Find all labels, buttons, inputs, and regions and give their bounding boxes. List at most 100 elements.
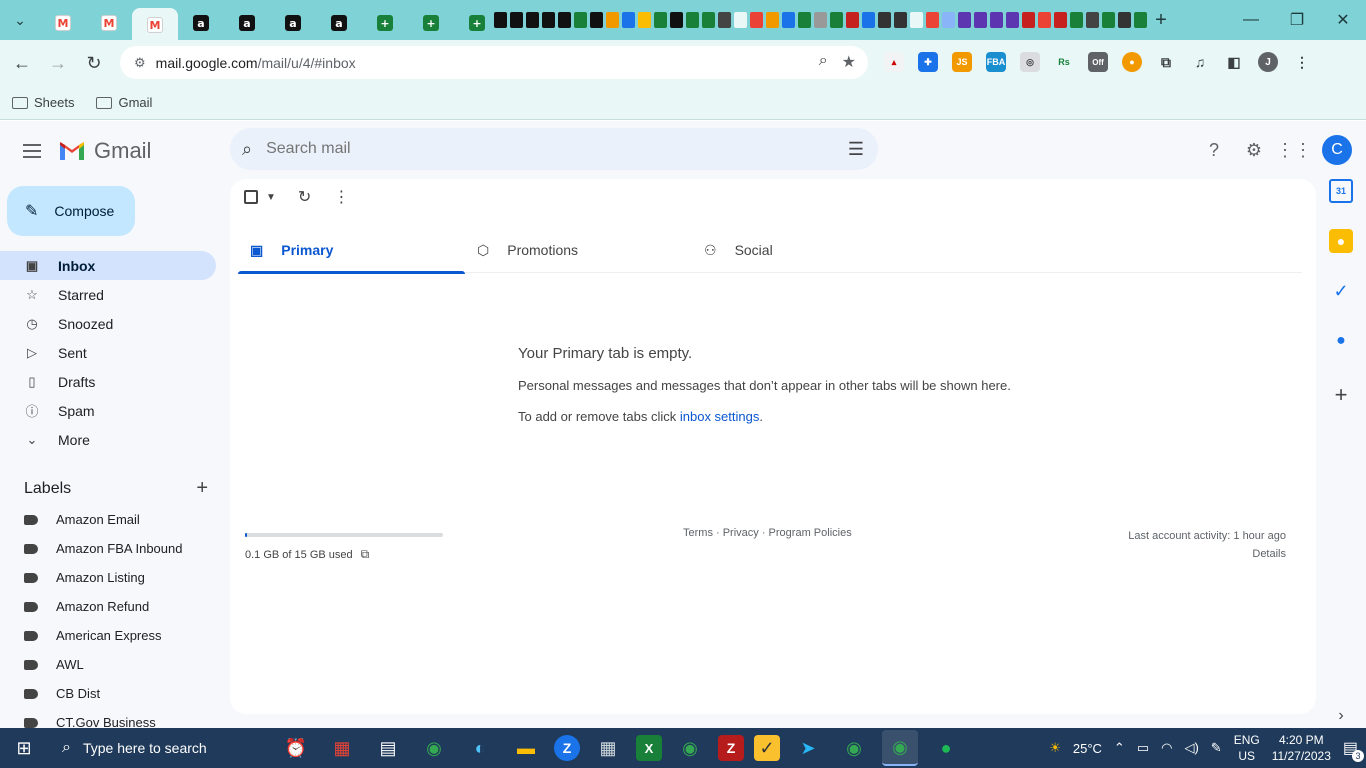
battery-icon[interactable]: ▭ bbox=[1137, 740, 1149, 756]
details-link[interactable]: Details bbox=[1128, 545, 1286, 563]
weather-icon[interactable]: ☀ bbox=[1049, 740, 1061, 756]
taskbar-search[interactable]: ⌕ Type here to search bbox=[48, 728, 266, 768]
tasks-icon[interactable]: ✓ bbox=[1329, 279, 1353, 303]
label-item[interactable]: Amazon FBA Inbound bbox=[0, 534, 216, 563]
sticky-notes-icon[interactable]: ✓ bbox=[754, 735, 780, 761]
extension-icon[interactable]: ● bbox=[1122, 52, 1142, 72]
browser-tab[interactable]: + bbox=[362, 8, 408, 38]
back-icon[interactable]: ← bbox=[8, 49, 36, 77]
extension-icon[interactable]: ◎ bbox=[1020, 52, 1040, 72]
bookmark-star-icon[interactable]: ★ bbox=[842, 52, 856, 72]
pinned-tab-favicon[interactable] bbox=[878, 12, 891, 28]
pinned-tab-favicon[interactable] bbox=[798, 12, 811, 28]
weather-temp[interactable]: 25°C bbox=[1073, 741, 1102, 756]
account-avatar[interactable]: C bbox=[1322, 135, 1352, 165]
task-view-icon[interactable]: ▤ bbox=[370, 730, 406, 766]
pinned-tab-favicon[interactable] bbox=[702, 12, 715, 28]
more-options-icon[interactable]: ⋮ bbox=[333, 187, 349, 207]
browser-tab[interactable]: a bbox=[316, 8, 362, 38]
pinned-tab-favicon[interactable] bbox=[590, 12, 603, 28]
pinned-tab-favicon[interactable] bbox=[910, 12, 923, 28]
label-item[interactable]: Amazon Email bbox=[0, 505, 216, 534]
pinned-tab-favicon[interactable] bbox=[606, 12, 619, 28]
chrome-app-active-icon[interactable]: ◉ bbox=[882, 730, 918, 766]
pinned-tab-favicon[interactable] bbox=[830, 12, 843, 28]
pinned-tab-favicon[interactable] bbox=[654, 12, 667, 28]
bookmark-folder[interactable]: Sheets bbox=[12, 95, 74, 110]
pinned-tab-favicon[interactable] bbox=[718, 12, 731, 28]
footer-links[interactable]: Terms · Privacy · Program Policies bbox=[683, 527, 852, 539]
pinned-tab-favicon[interactable] bbox=[1038, 12, 1051, 28]
extension-icon[interactable]: ✚ bbox=[918, 52, 938, 72]
extension-rs-icon[interactable]: Rs bbox=[1054, 52, 1074, 72]
media-control-icon[interactable]: ♫ bbox=[1190, 52, 1210, 72]
apps-grid-icon[interactable]: ⋮⋮ bbox=[1276, 138, 1312, 162]
extension-icon[interactable]: ▴ bbox=[884, 52, 904, 72]
browser-tab[interactable]: M bbox=[40, 8, 86, 38]
refresh-icon[interactable]: ↻ bbox=[298, 187, 311, 207]
tray-overflow-icon[interactable]: ⌃ bbox=[1114, 740, 1125, 756]
bookmark-folder[interactable]: Gmail bbox=[96, 95, 152, 110]
extension-js-icon[interactable]: JS bbox=[952, 52, 972, 72]
extension-fba-icon[interactable]: FBA bbox=[986, 52, 1006, 72]
add-label-icon[interactable]: + bbox=[196, 477, 208, 500]
pinned-tab-favicon[interactable] bbox=[558, 12, 571, 28]
pinned-tab-favicon[interactable] bbox=[782, 12, 795, 28]
search-input[interactable] bbox=[266, 140, 787, 158]
compose-button[interactable]: ✎ Compose bbox=[7, 186, 135, 236]
language-indicator[interactable]: ENG US bbox=[1234, 732, 1260, 764]
nav-item-inbox[interactable]: ▣ Inbox bbox=[0, 251, 216, 280]
reload-icon[interactable]: ↻ bbox=[80, 49, 108, 77]
nav-item-starred[interactable]: ☆ Starred bbox=[0, 280, 216, 309]
profile-avatar[interactable]: J bbox=[1258, 52, 1278, 72]
tab-social[interactable]: ⚇ Social bbox=[692, 227, 919, 273]
tab-promotions[interactable]: ⬡ Promotions bbox=[465, 227, 692, 273]
inbox-settings-link[interactable]: inbox settings bbox=[680, 409, 760, 424]
pinned-tab-favicon[interactable] bbox=[622, 12, 635, 28]
open-external-icon[interactable]: ⧉ bbox=[361, 547, 370, 562]
search-options-icon[interactable]: ☰ bbox=[848, 139, 864, 160]
settings-gear-icon[interactable]: ⚙ bbox=[1242, 138, 1266, 162]
forward-icon[interactable]: → bbox=[44, 49, 72, 77]
label-item[interactable]: CB Dist bbox=[0, 679, 216, 708]
filezilla-app-icon[interactable]: Z bbox=[718, 735, 744, 761]
pinned-tab-favicon[interactable] bbox=[574, 12, 587, 28]
search-icon[interactable]: ⌕ bbox=[242, 139, 252, 160]
browser-menu-icon[interactable]: ⋮ bbox=[1292, 52, 1312, 72]
zoom-icon[interactable]: ⌕ bbox=[819, 52, 828, 72]
pinned-tab-favicon[interactable] bbox=[942, 12, 955, 28]
pinned-tab-favicon[interactable] bbox=[926, 12, 939, 28]
pinned-tab-favicon[interactable] bbox=[670, 12, 683, 28]
restore-icon[interactable]: ❐ bbox=[1274, 0, 1320, 40]
pinned-tab-favicon[interactable] bbox=[1086, 12, 1099, 28]
gmail-logo[interactable]: Gmail bbox=[58, 138, 151, 164]
nav-item-spam[interactable]: ⓘ Spam bbox=[0, 396, 216, 425]
close-icon[interactable]: ✕ bbox=[1320, 0, 1366, 40]
label-item[interactable]: AWL bbox=[0, 650, 216, 679]
side-panel-icon[interactable]: ◧ bbox=[1224, 52, 1244, 72]
label-item[interactable]: Amazon Listing bbox=[0, 563, 216, 592]
nav-item-sent[interactable]: ▷ Sent bbox=[0, 338, 216, 367]
get-addons-icon[interactable]: + bbox=[1329, 382, 1353, 407]
pinned-tab-favicon[interactable] bbox=[526, 12, 539, 28]
telegram-app-icon[interactable]: ➤ bbox=[790, 730, 826, 766]
browser-tab[interactable]: a bbox=[224, 8, 270, 38]
extension-off-icon[interactable]: Off bbox=[1088, 52, 1108, 72]
browser-tab[interactable]: a bbox=[178, 8, 224, 38]
pinned-tab-favicon[interactable] bbox=[686, 12, 699, 28]
contacts-icon[interactable]: ● bbox=[1329, 329, 1353, 353]
new-tab-icon[interactable]: + bbox=[1147, 6, 1175, 34]
pinned-tab-favicon[interactable] bbox=[846, 12, 859, 28]
nav-item-more[interactable]: ⌄ More bbox=[0, 425, 216, 454]
browser-tab[interactable]: a bbox=[270, 8, 316, 38]
minimize-icon[interactable]: — bbox=[1228, 0, 1274, 40]
pinned-tab-favicon[interactable] bbox=[1134, 12, 1147, 28]
spotify-app-icon[interactable]: ● bbox=[928, 730, 964, 766]
site-info-icon[interactable]: ⚙ bbox=[134, 55, 146, 71]
calculator-app-icon[interactable]: ▦ bbox=[590, 730, 626, 766]
pinned-tab-favicon[interactable] bbox=[862, 12, 875, 28]
pinned-tab-favicon[interactable] bbox=[734, 12, 747, 28]
alarm-app-icon[interactable]: ⏰ bbox=[278, 730, 314, 766]
pinned-tab-favicon[interactable] bbox=[958, 12, 971, 28]
pinned-tab-favicon[interactable] bbox=[1022, 12, 1035, 28]
